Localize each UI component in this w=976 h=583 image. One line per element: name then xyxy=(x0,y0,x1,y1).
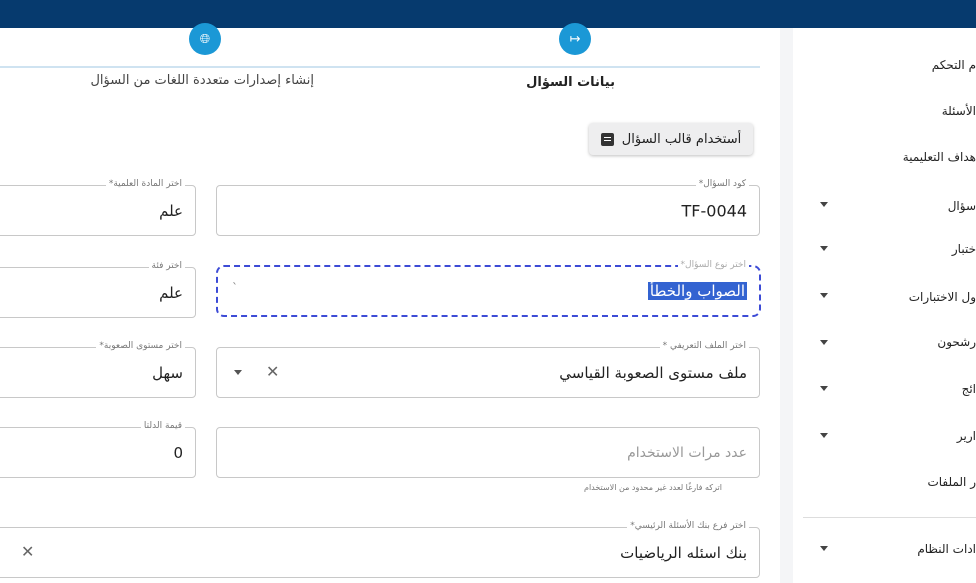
question-code-field[interactable]: كود السؤال* TF-0044 xyxy=(216,179,760,236)
delta-label: قيمة الدلتا xyxy=(140,421,185,431)
stepper-line xyxy=(0,66,760,68)
text-caret: ˋ xyxy=(232,281,238,295)
question-code-label: كود السؤال* xyxy=(695,179,749,189)
chevron-down-icon[interactable] xyxy=(820,340,828,345)
bank-branch-value: بنك اسئله الرياضيات xyxy=(620,543,747,562)
chevron-down-icon[interactable] xyxy=(820,202,828,207)
subject-select[interactable]: اختر المادة العلمية* علم xyxy=(0,179,196,236)
question-code-value: TF-0044 xyxy=(681,201,747,220)
subject-value: علم xyxy=(159,201,183,220)
sidebar-item-system-settings[interactable]: ادات النظام xyxy=(917,542,976,556)
delta-value: 0 xyxy=(173,443,183,462)
use-question-template-button[interactable]: أستخدام قالب السؤال xyxy=(589,123,753,155)
difficulty-label: اختر مستوى الصعوبة* xyxy=(96,341,185,351)
bank-branch-label: اختر فرع بنك الأسئلة الرئيسي* xyxy=(627,521,749,531)
clear-icon[interactable]: ✕ xyxy=(266,362,279,381)
sidebar-divider xyxy=(803,517,976,518)
category-label: اختر فئة xyxy=(148,261,185,271)
chevron-down-icon[interactable] xyxy=(820,246,828,251)
question-form-panel: ↦ 🌐︎ بيانات السؤال إنشاء إصدارات متعددة … xyxy=(0,23,780,583)
clear-icon[interactable]: ✕ xyxy=(21,542,34,561)
definition-file-value: ملف مستوى الصعوبة القياسي xyxy=(559,363,747,382)
sidebar-item-file-manager[interactable]: ر الملفات xyxy=(927,475,976,489)
category-value: علم xyxy=(159,283,183,302)
step-multilingual-globe-icon[interactable]: 🌐︎ xyxy=(189,23,221,55)
sidebar-item-question[interactable]: سؤال xyxy=(948,199,976,213)
sidebar-item-exam-schedule[interactable]: ول الاختبارات xyxy=(909,290,976,304)
chevron-down-icon[interactable] xyxy=(820,386,828,391)
chevron-down-icon[interactable] xyxy=(234,370,242,375)
subject-label: اختر المادة العلمية* xyxy=(105,179,185,189)
sidebar-item-candidates[interactable]: رشحون xyxy=(937,335,976,349)
chevron-down-icon[interactable] xyxy=(820,293,828,298)
difficulty-value: سهل xyxy=(152,363,183,382)
question-type-value: الصواب والخطأ xyxy=(647,282,747,300)
sidebar-item-results[interactable]: ائج xyxy=(962,382,976,396)
sidebar-nav: م التحكم الأسئلة هداف التعليمية سؤال ختب… xyxy=(793,28,976,583)
step-question-data-icon[interactable]: ↦ xyxy=(559,23,591,55)
usage-count-placeholder: عدد مرات الاستخدام xyxy=(627,444,747,461)
definition-file-label: اختر الملف التعريفي * xyxy=(659,341,749,351)
sidebar-item-learning-objectives[interactable]: هداف التعليمية xyxy=(903,150,976,164)
usage-count-helper-text: اتركه فارغًا لعدد غير محدود من الاستخدام xyxy=(584,483,722,492)
chevron-down-icon[interactable] xyxy=(820,546,828,551)
category-select[interactable]: اختر فئة علم xyxy=(0,261,196,318)
template-button-label: أستخدام قالب السؤال xyxy=(621,131,742,147)
difficulty-select[interactable]: اختر مستوى الصعوبة* سهل xyxy=(0,341,196,398)
step-question-data-label[interactable]: بيانات السؤال xyxy=(526,75,615,90)
top-app-bar xyxy=(0,0,976,28)
sidebar-item-questions[interactable]: الأسئلة xyxy=(942,104,976,118)
definition-file-select[interactable]: اختر الملف التعريفي * ملف مستوى الصعوبة … xyxy=(216,341,760,398)
sidebar-item-exam[interactable]: ختبار xyxy=(952,242,976,256)
sidebar-item-dashboard[interactable]: م التحكم xyxy=(932,58,976,72)
step-multilingual-label[interactable]: إنشاء إصدارات متعددة اللغات من السؤال xyxy=(90,73,314,88)
usage-count-input[interactable]: عدد مرات الاستخدام xyxy=(216,427,760,478)
chevron-down-icon[interactable] xyxy=(820,433,828,438)
sidebar-item-reports[interactable]: ارير xyxy=(957,429,976,443)
question-type-label: اختر نوع السؤال* xyxy=(677,260,749,270)
delta-input[interactable]: قيمة الدلتا 0 xyxy=(0,421,196,478)
bank-branch-select[interactable]: اختر فرع بنك الأسئلة الرئيسي* بنك اسئله … xyxy=(0,521,760,578)
document-icon xyxy=(600,132,614,146)
question-type-select[interactable]: اختر نوع السؤال* الصواب والخطأ ˋ xyxy=(216,260,761,317)
